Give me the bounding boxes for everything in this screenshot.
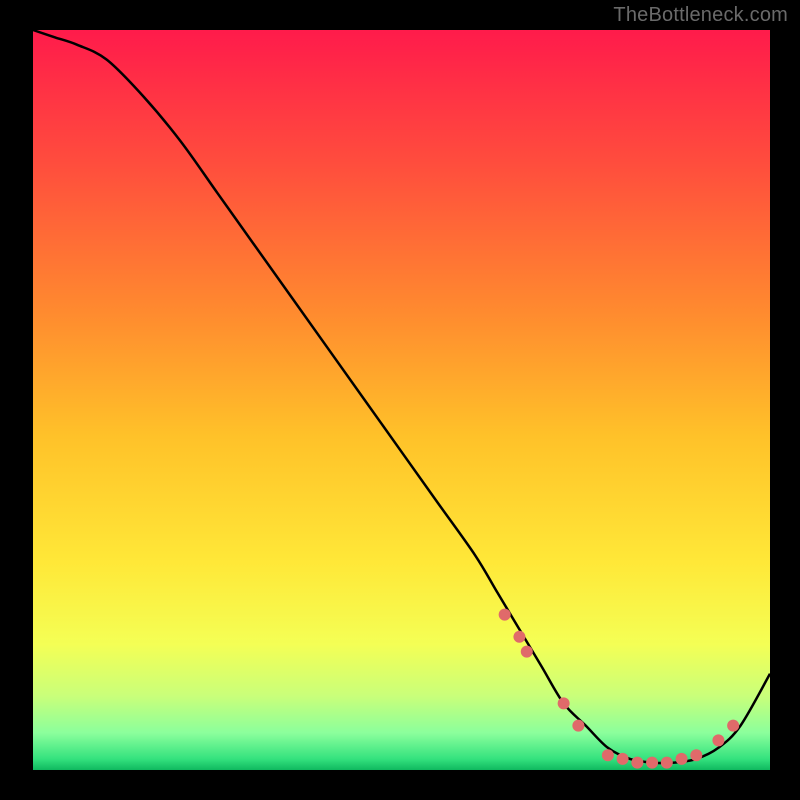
watermark-text: TheBottleneck.com: [613, 4, 788, 27]
marker-dot: [521, 646, 533, 658]
marker-dot: [712, 734, 724, 746]
marker-dot: [661, 757, 673, 769]
chart-svg: [0, 0, 800, 800]
marker-dot: [646, 757, 658, 769]
marker-dot: [572, 720, 584, 732]
marker-dot: [499, 609, 511, 621]
marker-dot: [727, 720, 739, 732]
chart-container: TheBottleneck.com: [0, 0, 800, 800]
marker-dot: [631, 757, 643, 769]
marker-dot: [617, 753, 629, 765]
marker-dot: [676, 753, 688, 765]
marker-dot: [513, 631, 525, 643]
marker-dot: [602, 749, 614, 761]
marker-dot: [558, 697, 570, 709]
marker-dot: [690, 749, 702, 761]
gradient-background: [33, 30, 770, 770]
